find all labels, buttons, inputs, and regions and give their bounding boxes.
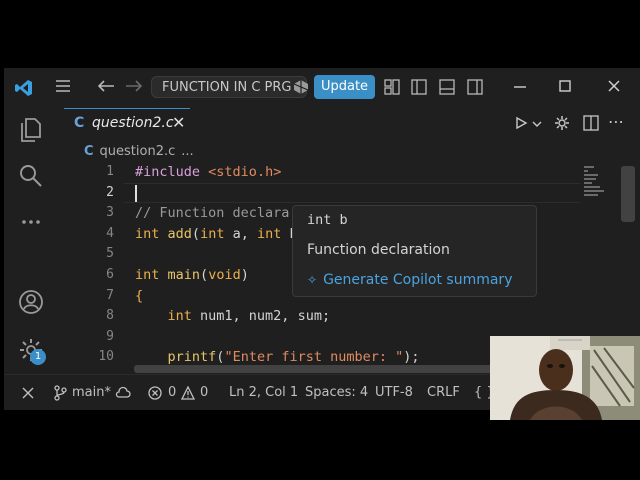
vertical-scrollbar[interactable] bbox=[621, 166, 635, 222]
tab-label: question2.c bbox=[92, 115, 174, 131]
c-file-icon: C bbox=[74, 115, 85, 131]
horizontal-scrollbar[interactable] bbox=[134, 365, 494, 373]
line-number: 6 bbox=[106, 266, 114, 282]
maximize-icon[interactable] bbox=[558, 79, 572, 93]
source-control-branch-icon[interactable] bbox=[53, 385, 67, 401]
title-bar: FUNCTION IN C PRG Update bbox=[4, 68, 640, 106]
breadcrumb-more[interactable]: ... bbox=[181, 144, 193, 159]
command-center[interactable]: FUNCTION IN C PRG bbox=[151, 76, 307, 98]
webcam-video bbox=[490, 336, 640, 420]
hover-signature: int b bbox=[307, 212, 348, 228]
sparkle-icon: ✧ bbox=[307, 273, 318, 287]
minimize-icon[interactable] bbox=[513, 81, 527, 93]
errors-icon[interactable] bbox=[148, 386, 162, 400]
line-number: 1 bbox=[106, 164, 114, 179]
line-number: 9 bbox=[106, 328, 114, 344]
indentation[interactable]: Spaces: 4 bbox=[305, 385, 368, 400]
c-file-icon: C bbox=[84, 144, 94, 159]
more-icon[interactable] bbox=[17, 208, 45, 236]
back-arrow-icon[interactable] bbox=[97, 79, 115, 93]
hover-tooltip: int b Function declaration ✧ Generate Cop… bbox=[292, 205, 537, 297]
more-actions-icon[interactable]: ⋯ bbox=[608, 112, 624, 131]
chevron-down-icon[interactable] bbox=[532, 120, 542, 128]
tab-question2[interactable]: C question2.c ✕ bbox=[64, 108, 190, 138]
breadcrumb: Cquestion2.c... bbox=[84, 144, 194, 159]
close-tab-icon[interactable]: ✕ bbox=[172, 113, 185, 132]
toggle-panel-icon[interactable] bbox=[439, 79, 455, 95]
activity-bar bbox=[4, 106, 60, 374]
update-button[interactable]: Update bbox=[314, 75, 375, 99]
warnings-count[interactable]: 0 bbox=[200, 385, 208, 400]
warnings-icon[interactable] bbox=[181, 386, 195, 400]
copilot-icon[interactable] bbox=[293, 79, 309, 95]
minimap[interactable] bbox=[584, 164, 614, 204]
menu-icon[interactable] bbox=[55, 79, 71, 93]
webcam-overlay bbox=[490, 336, 640, 420]
search-icon[interactable] bbox=[17, 162, 45, 190]
line-number: 8 bbox=[106, 308, 114, 324]
line-number: 3 bbox=[106, 205, 114, 221]
run-icon[interactable] bbox=[514, 116, 528, 130]
vscode-logo-icon bbox=[15, 80, 32, 96]
account-icon[interactable] bbox=[17, 288, 45, 316]
line-number: 4 bbox=[106, 225, 114, 241]
split-editor-icon[interactable] bbox=[583, 115, 599, 131]
line-number: 2 bbox=[106, 184, 114, 200]
cursor-position[interactable]: Ln 2, Col 1 bbox=[229, 385, 298, 400]
gear-icon[interactable] bbox=[554, 115, 570, 131]
line-number: 7 bbox=[106, 287, 114, 303]
code-line[interactable]: int num1, num2, sum; bbox=[135, 306, 420, 327]
line-number: 5 bbox=[106, 246, 114, 262]
remote-indicator-icon[interactable] bbox=[21, 386, 35, 400]
explorer-icon[interactable] bbox=[17, 116, 45, 144]
line-number-gutter: 1 2 3 4 5 6 7 8 9 10 bbox=[74, 162, 114, 368]
copilot-summary-label: Generate Copilot summary bbox=[323, 272, 513, 288]
code-line[interactable] bbox=[135, 327, 420, 348]
toggle-secondary-sidebar-icon[interactable] bbox=[467, 79, 483, 95]
breadcrumb-file[interactable]: question2.c bbox=[100, 144, 176, 159]
forward-arrow-icon[interactable] bbox=[125, 79, 143, 93]
generate-copilot-summary-link[interactable]: ✧ Generate Copilot summary bbox=[307, 272, 512, 288]
encoding[interactable]: UTF-8 bbox=[375, 385, 413, 400]
branch-label[interactable]: main* bbox=[72, 385, 111, 400]
toggle-primary-sidebar-icon[interactable] bbox=[411, 79, 427, 95]
hover-description: Function declaration bbox=[307, 242, 450, 258]
end-of-line[interactable]: CRLF bbox=[427, 385, 460, 400]
customize-layout-icon[interactable] bbox=[384, 79, 400, 95]
code-line[interactable] bbox=[135, 183, 420, 204]
text-cursor bbox=[135, 185, 137, 202]
settings-badge: 1 bbox=[30, 349, 46, 365]
code-line[interactable]: #include <stdio.h> bbox=[135, 162, 420, 183]
errors-count[interactable]: 0 bbox=[168, 385, 176, 400]
line-number: 10 bbox=[98, 349, 114, 365]
sync-cloud-icon[interactable] bbox=[115, 386, 131, 400]
close-window-icon[interactable] bbox=[607, 79, 621, 93]
